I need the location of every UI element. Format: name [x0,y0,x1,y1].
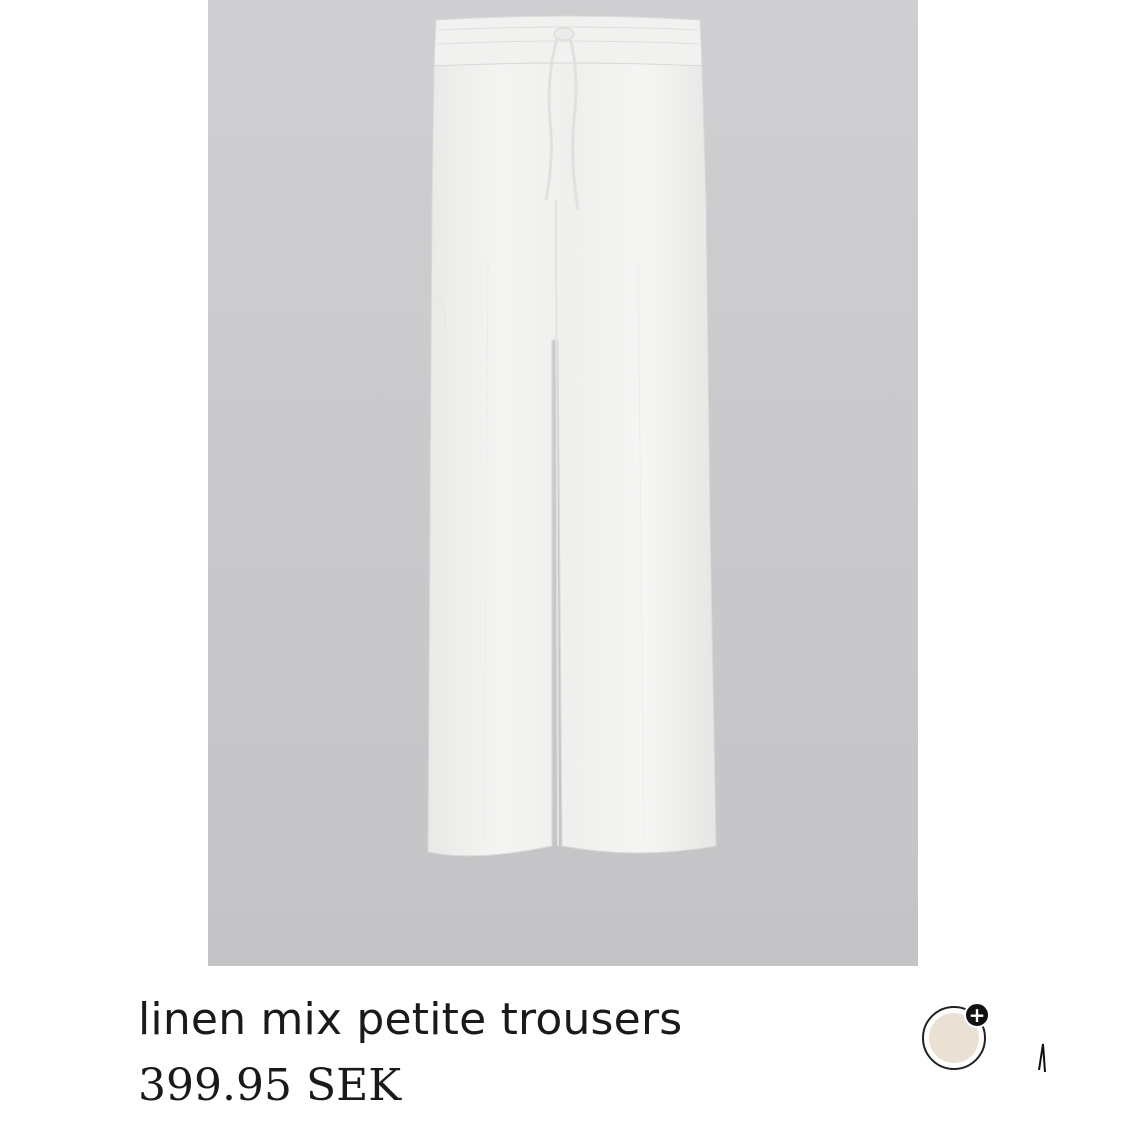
product-card: linen mix petite trousers 399.95 SEK + [0,0,1125,1124]
plus-icon: + [964,1002,990,1028]
edge-fragment-icon [1038,1043,1046,1073]
color-swatch-button[interactable]: + [922,1002,990,1070]
product-title[interactable]: linen mix petite trousers [138,992,682,1048]
product-price: 399.95 SEK [138,1060,402,1111]
product-image[interactable] [208,0,918,966]
trousers-illustration [427,15,717,857]
